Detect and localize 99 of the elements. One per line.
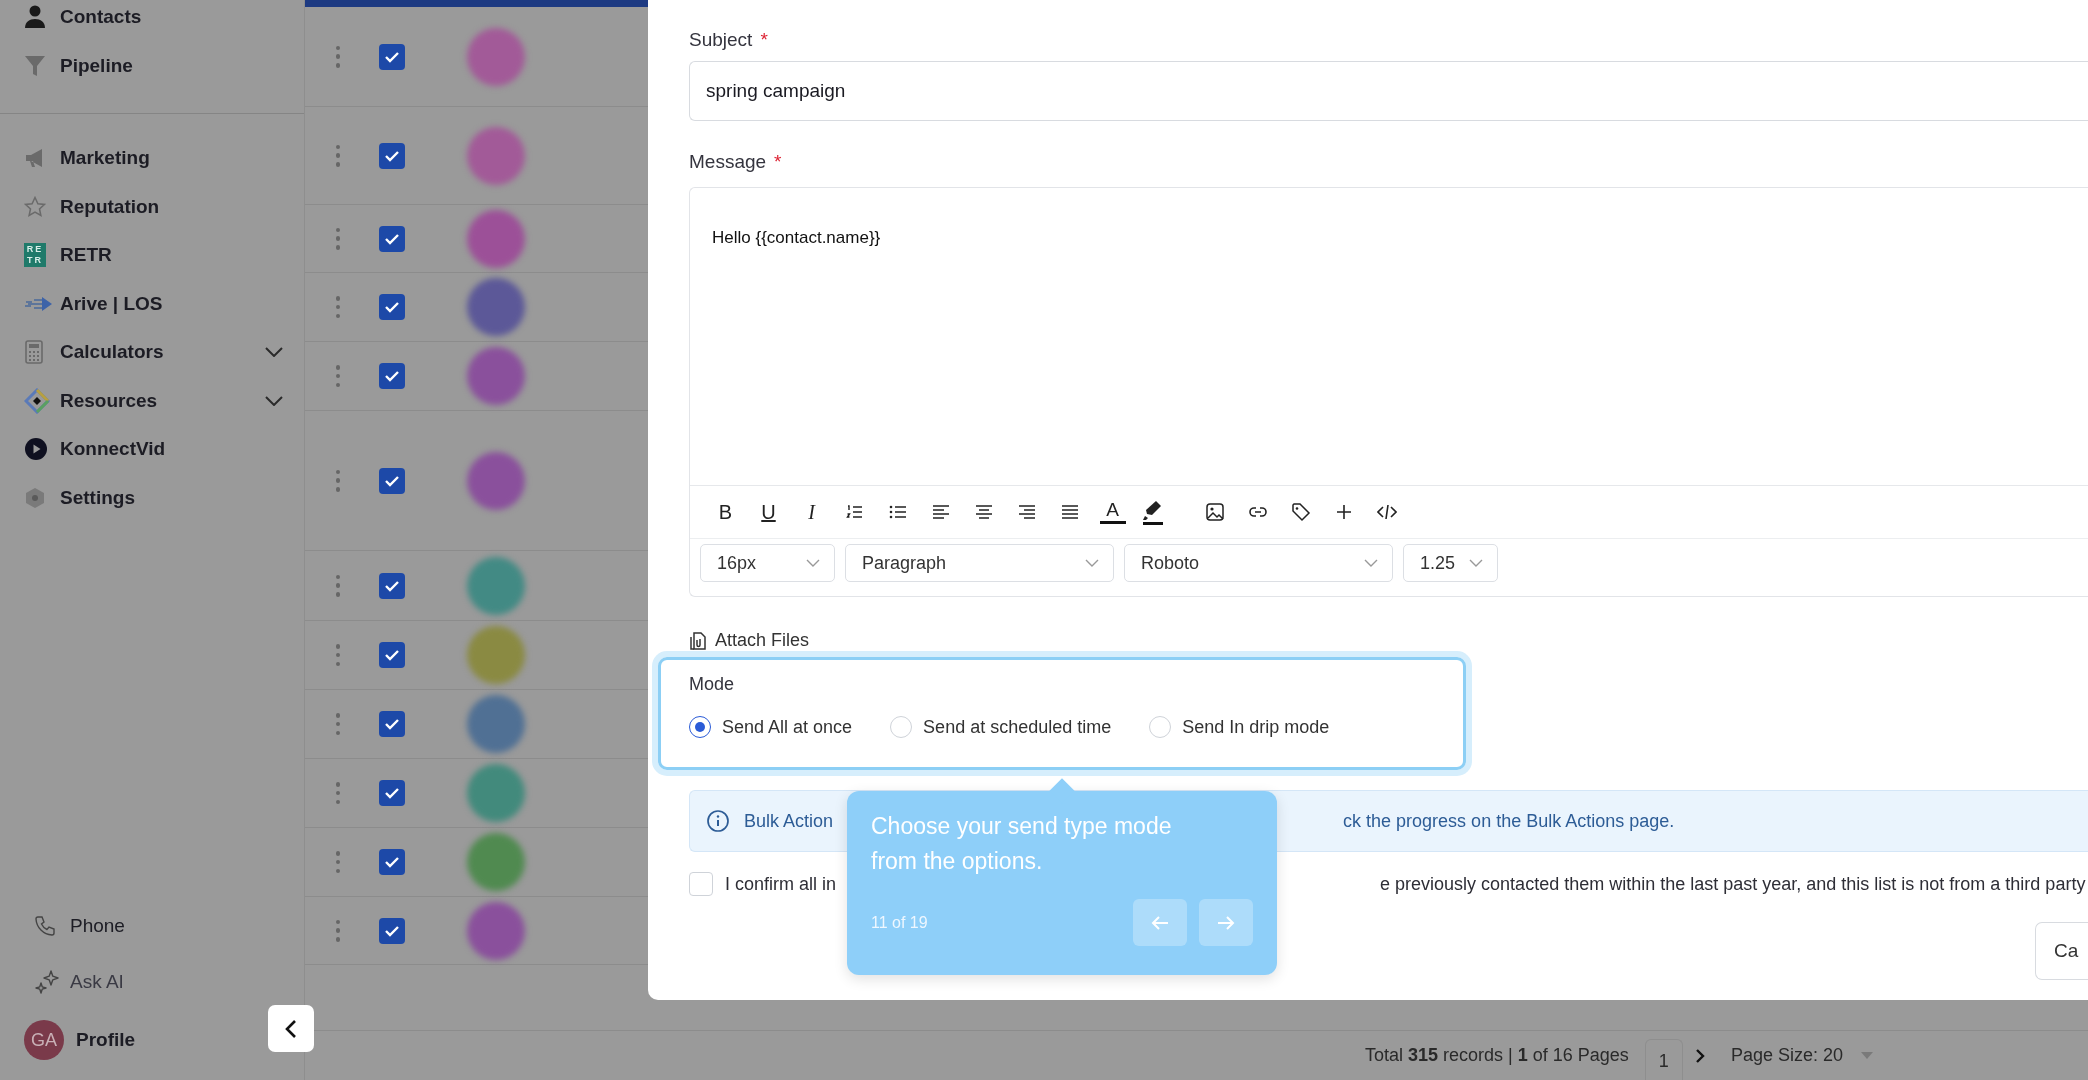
field-label: Subject <box>689 29 753 51</box>
sidebar-item[interactable]: Phone <box>0 898 304 954</box>
records-summary: Total 315 records | 1 of 16 Pages <box>1365 1045 1629 1066</box>
chevron-left-icon <box>285 1018 297 1039</box>
profile-item[interactable]: GA Profile <box>24 1012 136 1068</box>
avatar: GA <box>24 1020 64 1060</box>
letter-logo-icon: RE TR <box>24 243 46 268</box>
attach-files-link[interactable]: Attach Files <box>689 630 2088 651</box>
dropdown[interactable]: Roboto <box>1124 544 1393 582</box>
page-size-dropdown[interactable]: Page Size: 20 <box>1730 1045 1843 1066</box>
check-icon <box>384 149 400 162</box>
row-checkbox[interactable] <box>379 642 405 668</box>
highlighter-icon[interactable] <box>1142 499 1164 525</box>
format-button[interactable]: U <box>747 497 790 527</box>
required-mark: * <box>774 151 782 173</box>
sidebar-item[interactable]: Marketing <box>0 134 304 183</box>
section-label: Mode <box>689 674 736 695</box>
tooltip-text: Choose your send type mode from the options. <box>871 812 1173 876</box>
row-checkbox[interactable] <box>379 711 405 737</box>
confirm-text: I confirm all in <box>725 873 837 895</box>
dropdown[interactable]: 1.25 <box>1403 544 1498 582</box>
sidebar-item[interactable]: Calculators <box>0 328 304 377</box>
row-checkbox[interactable] <box>379 225 405 252</box>
hexagon-icon <box>24 486 46 509</box>
radio-option[interactable]: Send at scheduled time <box>890 716 1112 738</box>
sidebar-item[interactable]: Ask AI <box>0 954 304 1010</box>
check-icon <box>384 787 400 799</box>
row-checkbox[interactable] <box>379 917 405 944</box>
radio-option[interactable]: Send In drip mode <box>1149 716 1330 738</box>
chevron-down-icon <box>1469 559 1483 567</box>
chevron-right-icon[interactable] <box>1694 1048 1705 1063</box>
row-checkbox[interactable] <box>379 849 405 875</box>
justify-icon[interactable] <box>1059 502 1080 522</box>
confirm-checkbox[interactable] <box>689 872 713 896</box>
check-icon <box>384 579 400 592</box>
left-arrow-icon <box>1150 914 1170 931</box>
row-checkbox[interactable] <box>379 294 405 320</box>
row-checkbox[interactable] <box>379 572 405 599</box>
step-counter: 11 of 19 <box>871 913 928 932</box>
check-icon <box>384 50 400 63</box>
radio-option[interactable]: Send All at once <box>689 716 853 738</box>
required-mark: * <box>760 29 768 51</box>
check-icon <box>384 474 400 487</box>
info-icon <box>706 809 730 833</box>
plus-icon[interactable] <box>1334 502 1354 522</box>
align-right-icon[interactable] <box>1016 502 1037 522</box>
check-icon <box>384 924 400 937</box>
subject-field[interactable]: spring campaign <box>689 61 2088 121</box>
message-text[interactable]: Hello {{contact.name}} <box>712 228 881 247</box>
sidebar-item[interactable]: Contacts <box>0 0 304 42</box>
check-icon <box>384 856 400 868</box>
sidebar-item[interactable]: KonnectVid <box>0 425 304 474</box>
chevron-down-icon <box>1085 559 1099 567</box>
play-icon <box>24 437 48 462</box>
text-color-button[interactable]: A <box>1099 500 1126 524</box>
banner-text: Bulk Action <box>744 810 834 832</box>
row-checkbox[interactable] <box>379 780 405 806</box>
radio-button[interactable] <box>689 716 711 738</box>
collapse-button[interactable] <box>268 1005 314 1052</box>
confirm-text: e previously contacted them within the last past year, and this list is not from a third party <box>1380 873 2086 895</box>
row-checkbox[interactable] <box>379 43 405 70</box>
field-label: Message <box>689 151 767 173</box>
format-button[interactable]: I <box>790 497 833 527</box>
dropdown[interactable]: Paragraph <box>845 544 1114 582</box>
cancel-button[interactable]: Ca <box>2035 922 2088 980</box>
check-icon <box>384 301 400 313</box>
code-icon[interactable] <box>1377 502 1397 522</box>
sidebar-item[interactable]: Reputation <box>0 182 304 231</box>
format-button[interactable]: B <box>704 497 747 527</box>
sidebar-item[interactable]: Pipeline <box>0 41 304 90</box>
right-arrow-icon <box>1216 914 1236 931</box>
check-icon <box>384 232 400 245</box>
check-icon <box>384 649 400 661</box>
dropdown[interactable]: 16px <box>700 544 835 582</box>
calculator-icon <box>24 340 44 365</box>
align-center-icon[interactable] <box>973 502 994 522</box>
sidebar-item[interactable]: Arive | LOS <box>0 279 304 328</box>
sidebar-item[interactable]: Resources <box>0 376 304 425</box>
star-icon <box>24 195 46 218</box>
sparkle-icon <box>34 969 60 995</box>
sidebar-item[interactable]: RE TR RETR <box>0 231 304 280</box>
image-icon[interactable] <box>1205 502 1225 522</box>
funnel-icon <box>24 53 46 78</box>
check-icon <box>384 370 400 382</box>
row-checkbox[interactable] <box>379 467 405 494</box>
page-button[interactable]: 1 <box>1644 1038 1683 1080</box>
chevron-down-icon <box>806 559 820 567</box>
row-checkbox[interactable] <box>379 142 405 169</box>
tag-icon[interactable] <box>1291 502 1311 522</box>
align-left-icon[interactable] <box>930 502 951 522</box>
sidebar-item[interactable]: Settings <box>0 473 304 522</box>
chevron-down-icon <box>1364 559 1378 567</box>
banner-text: ck the progress on the Bulk Actions page. <box>1343 810 1675 832</box>
check-icon <box>384 718 400 730</box>
diamond-icon <box>24 387 50 414</box>
person-icon <box>24 5 46 30</box>
paperclip-document-icon <box>689 630 707 651</box>
phone-icon <box>34 915 56 937</box>
row-checkbox[interactable] <box>379 363 405 389</box>
